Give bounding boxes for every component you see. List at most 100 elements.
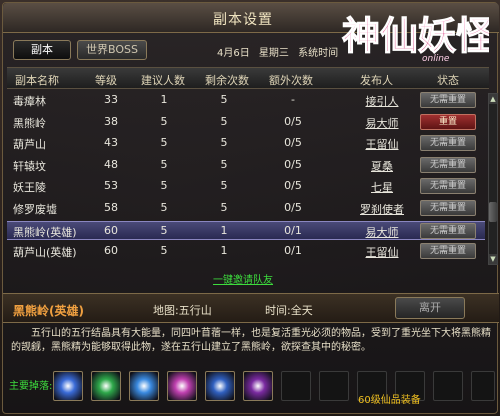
tab-world-boss[interactable]: 世界BOSS — [77, 40, 147, 60]
cell-suggested: 5 — [160, 201, 168, 214]
cell-level: 38 — [104, 114, 118, 128]
cell-remaining: 5 — [220, 136, 228, 150]
cell-remaining: 5 — [220, 157, 228, 171]
date-day: 4月6日 — [217, 48, 250, 59]
reset-button[interactable]: 无需重置 — [420, 200, 476, 216]
selected-dungeon-name: 黑熊岭(英雄) — [13, 304, 84, 318]
scroll-up-icon[interactable]: ▲ — [489, 94, 497, 104]
dungeon-map: 地图:五行山 — [153, 304, 212, 317]
cell-name: 轩辕坟 — [13, 159, 46, 173]
header-name: 副本名称 — [15, 74, 59, 87]
blue-dragon-icon[interactable] — [129, 371, 159, 401]
system-time-label: 系统时间 — [298, 48, 339, 59]
cell-publisher[interactable]: 夏桑 — [345, 158, 419, 174]
cell-publisher[interactable]: 易大师 — [345, 115, 419, 131]
cell-extra: 0/1 — [284, 244, 302, 258]
green-pink-potion-icon[interactable] — [243, 371, 273, 401]
date-display: 4月6日 星期三 系统时间 — [217, 44, 344, 59]
header-level: 等级 — [95, 74, 117, 87]
cell-publisher[interactable]: 易大师 — [345, 224, 419, 240]
reset-button[interactable]: 无需重置 — [420, 92, 476, 108]
table-row[interactable]: 修罗废墟 58 5 5 0/5 罗刹使者 无需重置 — [7, 199, 485, 218]
cell-level: 48 — [104, 157, 118, 171]
tab-dungeon[interactable]: 副本 — [13, 40, 71, 60]
cell-publisher[interactable]: 王留仙 — [345, 136, 419, 152]
table-row[interactable]: 毒瘴林 33 1 5 - 接引人 无需重置 — [7, 91, 485, 110]
scroll-thumb[interactable] — [489, 202, 497, 222]
cell-suggested: 5 — [160, 179, 168, 193]
cell-extra: 0/5 — [284, 114, 302, 128]
cell-extra: 0/5 — [284, 201, 302, 214]
cell-level: 60 — [104, 244, 118, 258]
header-status: 状态 — [437, 74, 459, 87]
cell-suggested: 5 — [160, 136, 168, 150]
cell-extra: 0/5 — [284, 136, 302, 150]
cell-suggested: 5 — [160, 223, 168, 237]
table-row[interactable]: 葫芦山 43 5 5 0/5 王留仙 无需重置 — [7, 134, 485, 153]
reset-button[interactable]: 无需重置 — [420, 156, 476, 173]
cell-name: 黑熊岭(英雄) — [13, 225, 77, 239]
svg-text:online: online — [422, 54, 450, 64]
cell-name: 葫芦山 — [13, 138, 46, 152]
dungeon-info-bar: 黑熊岭(英雄) 地图:五行山 时间:全天 离开 — [3, 293, 499, 323]
cell-suggested: 5 — [160, 157, 168, 171]
reset-button[interactable]: 无需重置 — [420, 178, 476, 195]
cell-publisher[interactable]: 接引人 — [345, 93, 419, 109]
cell-remaining: 5 — [220, 114, 228, 128]
empty-drop-slot — [281, 371, 311, 401]
list-scrollbar[interactable]: ▲ ▼ — [488, 93, 498, 265]
header-publisher: 发布人 — [360, 74, 393, 87]
reset-button[interactable]: 重置 — [420, 113, 476, 130]
reset-button[interactable]: 无需重置 — [420, 135, 476, 152]
cell-name: 黑熊岭 — [13, 116, 46, 130]
date-weekday: 星期三 — [258, 48, 289, 59]
cell-name: 修罗废墟 — [13, 203, 57, 216]
cell-suggested: 1 — [160, 93, 168, 106]
table-row[interactable]: 黑熊岭 38 5 5 0/5 易大师 重置 — [7, 113, 485, 132]
scroll-down-icon[interactable]: ▼ — [489, 254, 497, 264]
cell-name: 毒瘴林 — [13, 95, 46, 108]
cell-remaining: 1 — [220, 223, 228, 237]
table-row[interactable]: 妖王陵 53 5 5 0/5 七星 无需重置 — [7, 177, 485, 196]
table-row[interactable]: 葫芦山(英雄) 60 5 1 0/1 王留仙 无需重置 — [7, 242, 485, 261]
cell-extra: - — [291, 93, 295, 106]
empty-drop-slot — [319, 371, 349, 401]
table-header: 副本名称 等级 建议人数 剩余次数 额外次数 发布人 状态 — [7, 67, 489, 89]
cell-publisher[interactable]: 七星 — [345, 179, 419, 195]
main-drops-label: 主要掉落: — [9, 381, 53, 392]
magenta-gem-icon[interactable] — [167, 371, 197, 401]
header-suggested: 建议人数 — [141, 74, 185, 87]
cell-level: 33 — [104, 93, 118, 106]
table-row[interactable]: 黑熊岭(英雄) 60 5 1 0/1 易大师 无需重置 — [7, 220, 485, 240]
header-extra: 额外次数 — [269, 74, 313, 87]
cell-suggested: 5 — [160, 244, 168, 258]
table-row[interactable]: 轩辕坟 48 5 5 0/5 夏桑 无需重置 — [7, 156, 485, 175]
cell-name: 妖王陵 — [13, 181, 46, 195]
cell-remaining: 5 — [220, 179, 228, 193]
cell-name: 葫芦山(英雄) — [13, 246, 77, 260]
cell-publisher[interactable]: 罗刹使者 — [345, 201, 419, 217]
cell-level: 43 — [104, 136, 118, 150]
cell-extra: 0/5 — [284, 179, 302, 193]
blue-rune-icon[interactable] — [53, 371, 83, 401]
cell-extra: 0/1 — [284, 223, 302, 237]
empty-drop-slot — [433, 371, 463, 401]
svg-text:神仙妖怪: 神仙妖怪 — [342, 13, 489, 58]
cell-remaining: 1 — [220, 244, 228, 258]
cell-suggested: 5 — [160, 114, 168, 128]
cell-remaining: 5 — [220, 201, 228, 214]
cell-level: 60 — [104, 223, 118, 237]
dungeon-settings-window: 副本设置 神仙妖怪 online 副本 世界BOSS 4月6日 星期三 系统时间… — [2, 2, 499, 414]
blue-moon-icon[interactable] — [205, 371, 235, 401]
invite-team-link[interactable]: 一键邀请队友 — [213, 271, 273, 286]
leave-button[interactable]: 离开 — [395, 297, 465, 319]
equip-drop-label: 60级仙品装备 — [358, 395, 421, 406]
green-rune-icon[interactable] — [91, 371, 121, 401]
window-title: 副本设置 — [213, 12, 273, 28]
reset-button[interactable]: 无需重置 — [420, 222, 476, 239]
dungeon-time: 时间:全天 — [265, 304, 313, 317]
dungeon-description: 五行山的五行结晶具有大能量，同四叶苜蓿一样，也是复活重光必须的物品，受到了重光坐… — [11, 328, 491, 353]
cell-publisher[interactable]: 王留仙 — [345, 244, 419, 260]
game-logo: 神仙妖怪 online — [341, 12, 489, 64]
reset-button[interactable]: 无需重置 — [420, 243, 476, 260]
